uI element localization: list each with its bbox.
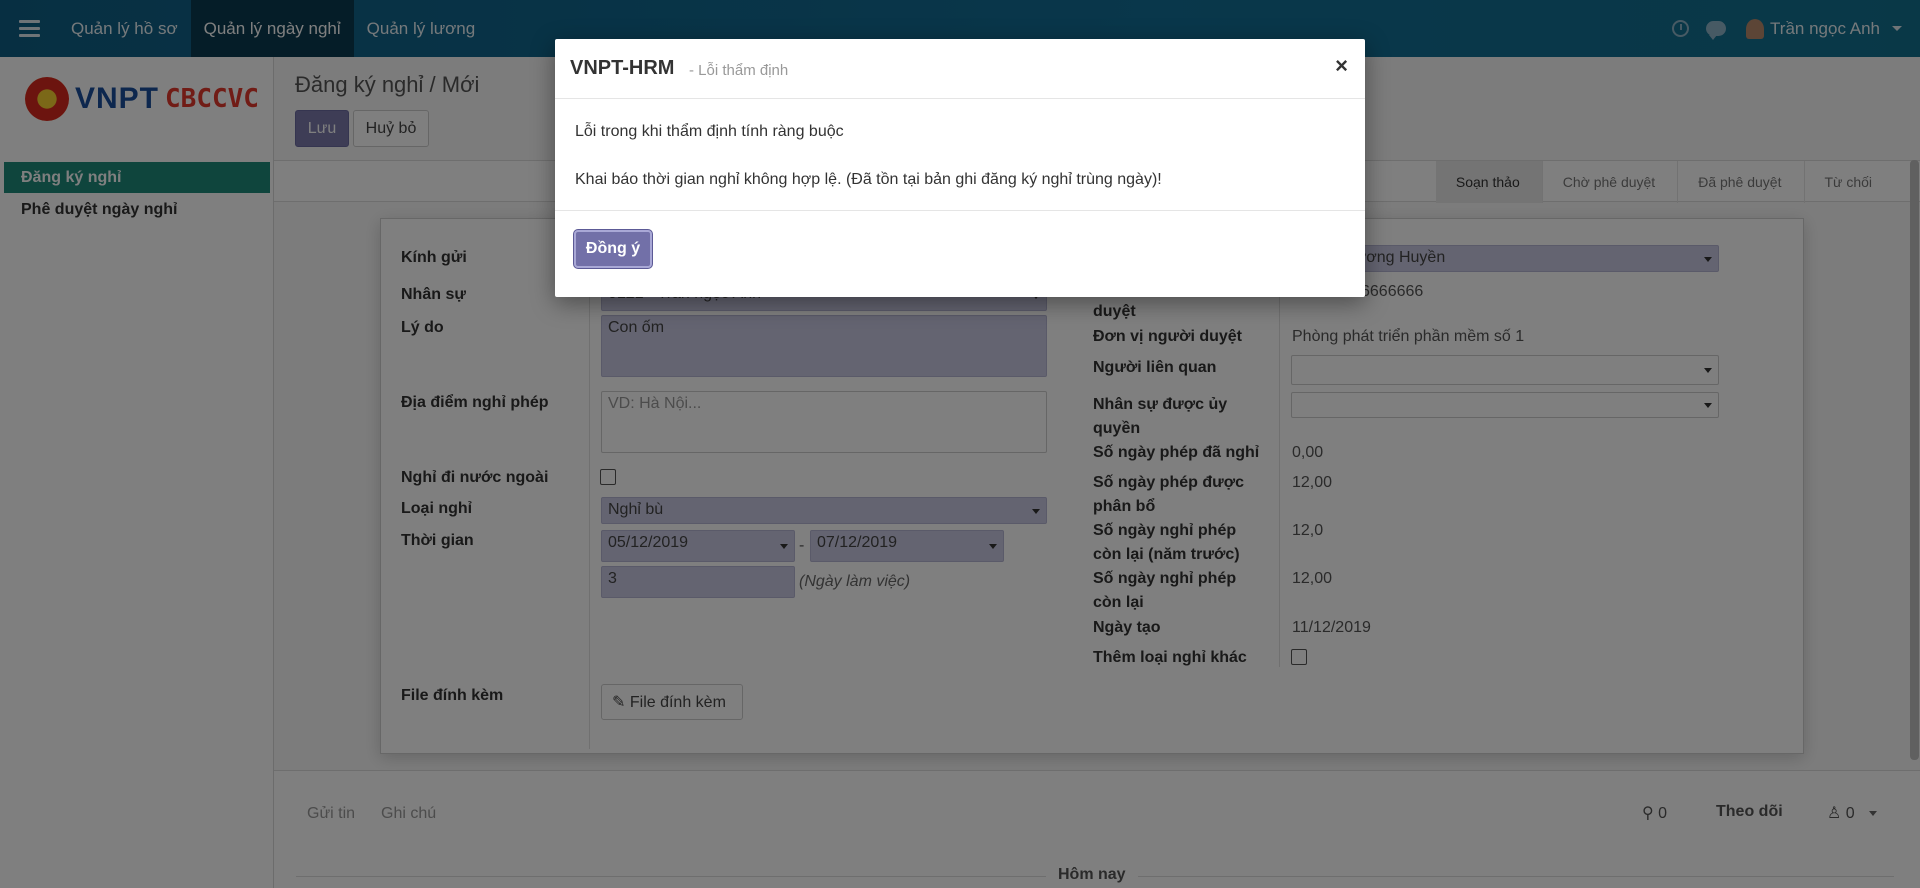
modal-subtitle: - Lỗi thẩm định xyxy=(689,62,789,79)
modal-header: VNPT-HRM - Lỗi thẩm định × xyxy=(555,39,1365,99)
modal-body: Lỗi trong khi thẩm định tính ràng buộc K… xyxy=(575,123,1345,219)
error-message-line-1: Lỗi trong khi thẩm định tính ràng buộc xyxy=(575,123,844,140)
validation-error-dialog: VNPT-HRM - Lỗi thẩm định × Lỗi trong khi… xyxy=(555,39,1365,297)
modal-title: VNPT-HRM xyxy=(570,57,675,79)
error-message-line-2: Khai báo thời gian nghỉ không hợp lệ. (Đ… xyxy=(575,171,1162,188)
modal-footer: Đồng ý xyxy=(555,210,1365,297)
ok-button[interactable]: Đồng ý xyxy=(574,230,652,268)
close-icon[interactable]: × xyxy=(1335,53,1348,79)
